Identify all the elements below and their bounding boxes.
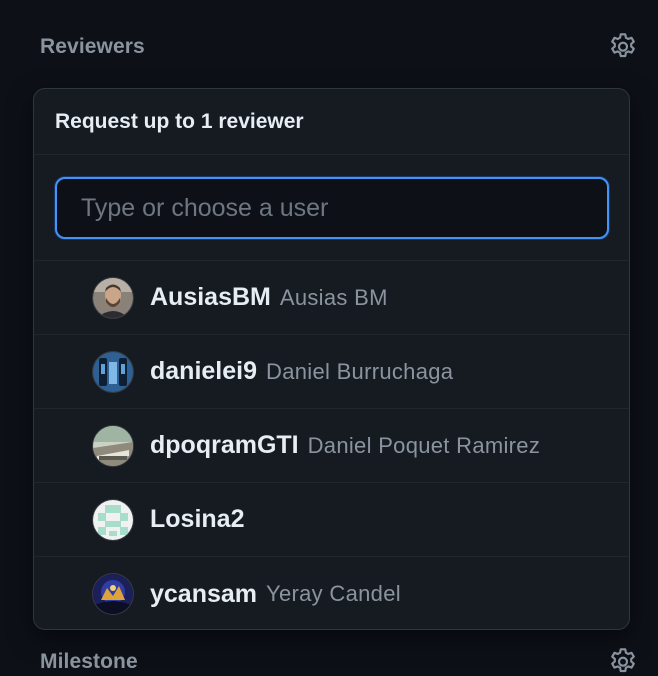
milestone-header: Milestone [40,644,640,676]
user-login: dpoqramGTI [150,431,299,459]
gear-icon [611,33,635,58]
reviewers-header: Reviewers [40,29,640,65]
user-full-name: Ausias BM [279,284,388,310]
user-login: ycansam [150,579,258,608]
avatar-losina2 [93,499,133,540]
avatar-dpoqramgti [93,425,133,466]
user-option-dpoqramgti[interactable]: dpoqramGTI Daniel Poquet Ramirez [34,409,629,483]
user-option-ausiasbm[interactable]: AusiasBM Ausias BM [34,261,629,335]
pull-request-sidebar: Reviewers Request up to 1 reviewer Type … [0,0,658,676]
avatar-ausiasbm [93,277,133,318]
filter-container [34,155,629,261]
user-full-name: Daniel Poquet Ramirez [307,432,541,458]
milestone-title: Milestone [40,650,138,673]
user-full-name: Daniel Burruchaga [266,358,454,384]
reviewers-settings-gear-icon[interactable] [606,30,640,64]
user-option-ycansam[interactable]: ycansam Yeray Candel [34,557,629,629]
menu-header: Request up to 1 reviewer [34,89,629,155]
user-filter-input[interactable] [55,177,609,239]
menu-title: Request up to 1 reviewer [55,109,304,133]
user-option-danielei9[interactable]: danielei9 Daniel Burruchaga [34,335,629,409]
user-option-losina2[interactable]: Losina2 [34,483,629,557]
reviewer-select-menu: Request up to 1 reviewer AusiasBM [33,88,630,630]
user-login: Losina2 [150,505,245,533]
user-login: AusiasBM [150,283,271,311]
avatar-ycansam [93,574,133,614]
reviewers-title: Reviewers [40,35,145,58]
user-full-name: Yeray Candel [266,581,401,606]
user-login: danielei9 [150,357,257,385]
gear-icon [611,648,635,673]
avatar-danielei9 [93,351,133,392]
milestone-settings-gear-icon[interactable] [606,645,640,676]
user-list: AusiasBM Ausias BM danielei9 Daniel Burr… [34,261,629,629]
